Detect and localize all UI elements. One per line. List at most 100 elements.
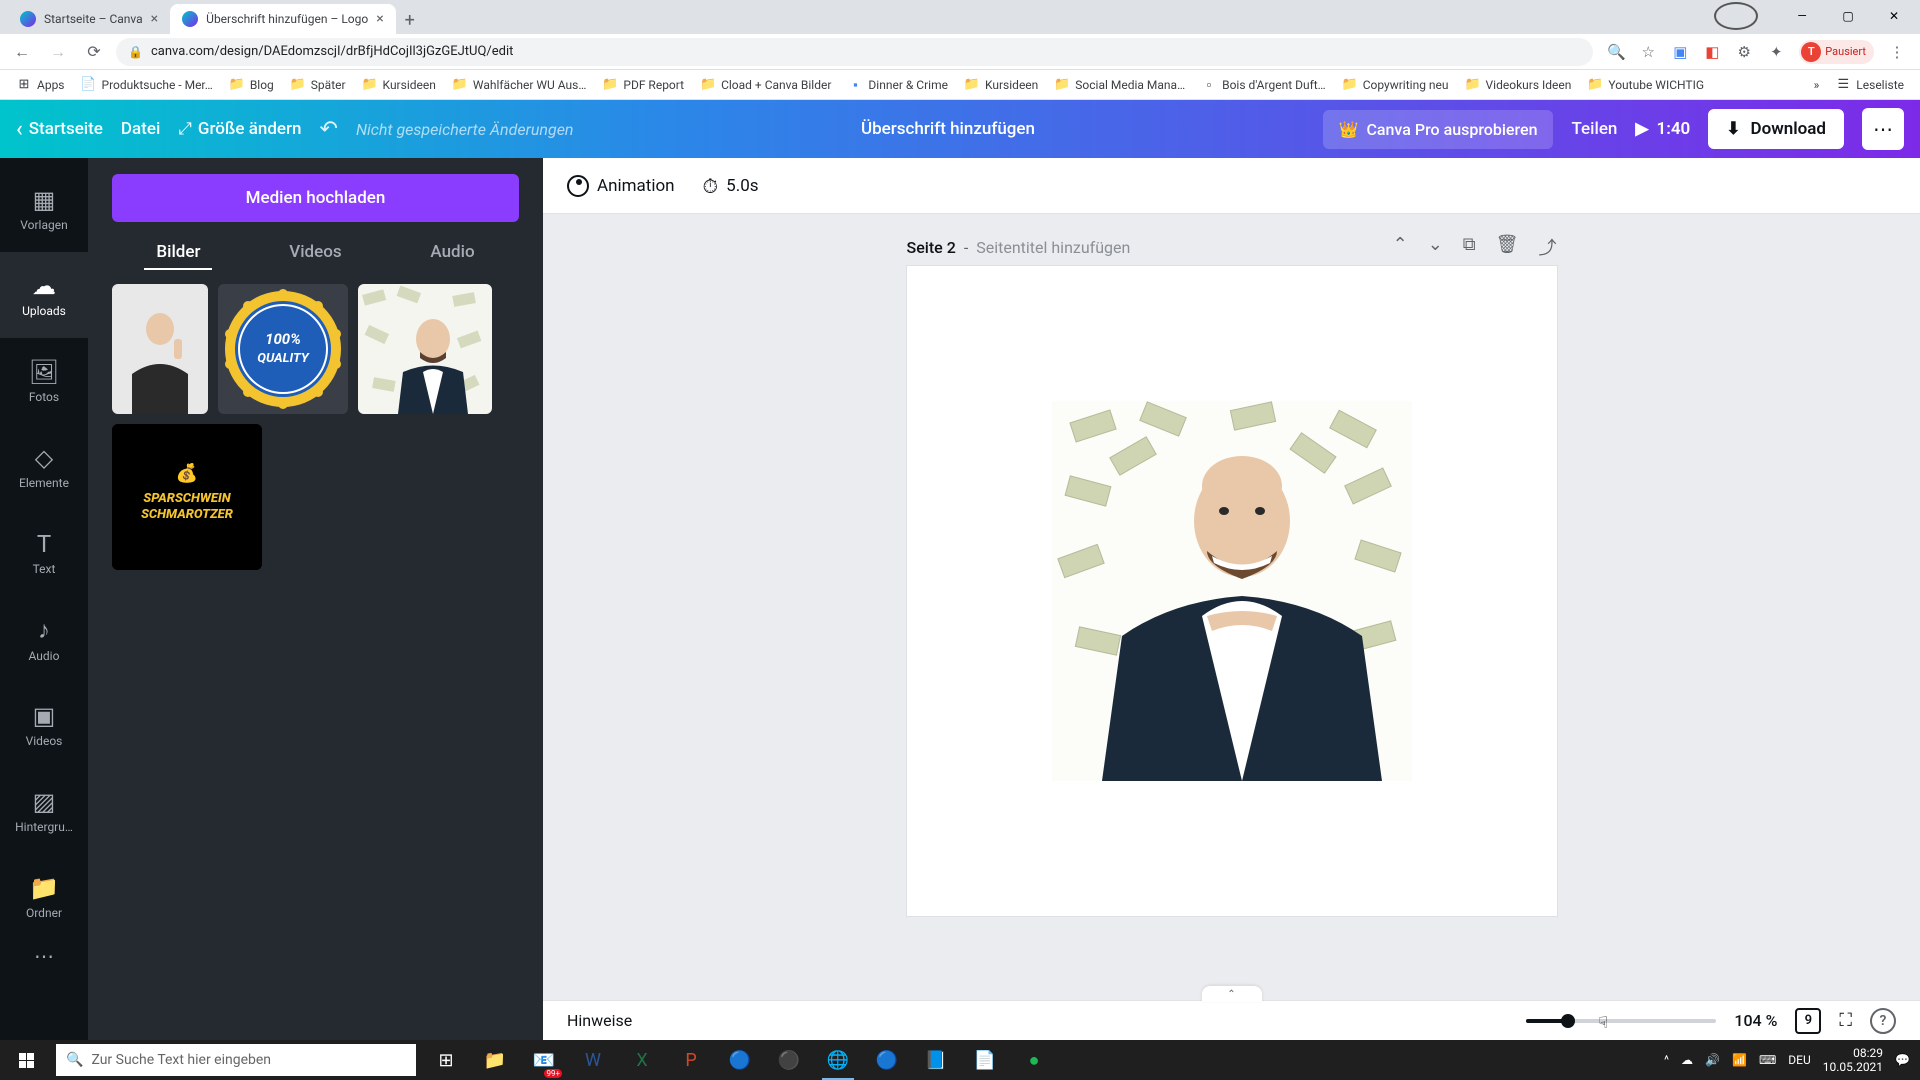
clock[interactable]: 08:29 10.05.2021 [1823, 1046, 1883, 1075]
obs-icon[interactable]: ⚫ [765, 1040, 813, 1080]
zoom-percent[interactable]: 104 % [1734, 1011, 1777, 1030]
bookmark-item[interactable]: 📁Blog [223, 74, 280, 96]
rail-elements[interactable]: ◇Elemente [0, 424, 88, 510]
upload-thumb[interactable] [358, 284, 492, 414]
bookmark-item[interactable]: 📁Videokurs Ideen [1459, 74, 1578, 96]
canvas-image[interactable] [1052, 401, 1412, 781]
more-menu-button[interactable]: ⋯ [1862, 108, 1904, 150]
rail-folders[interactable]: 📁Ordner [0, 854, 88, 940]
bookmark-item[interactable]: 📁Wahlfächer WU Aus… [446, 74, 593, 96]
close-window-icon[interactable]: ✕ [1872, 2, 1916, 30]
zoom-knob[interactable] [1561, 1014, 1575, 1028]
rail-background[interactable]: ▨Hintergru… [0, 768, 88, 854]
mail-icon[interactable]: 📧99+ [520, 1040, 568, 1080]
start-button[interactable] [2, 1040, 50, 1080]
bookmark-item[interactable]: 📁Cload + Canva Bilder [694, 74, 837, 96]
account-indicator-icon[interactable] [1714, 2, 1758, 30]
close-icon[interactable]: × [151, 11, 158, 27]
rail-templates[interactable]: ▦Vorlagen [0, 166, 88, 252]
help-icon[interactable]: ? [1870, 1008, 1896, 1034]
notes-expand-handle[interactable]: ⌃ [1202, 986, 1262, 1002]
app-icon[interactable]: 🔵 [716, 1040, 764, 1080]
page-title-input[interactable]: Seitentitel hinzufügen [976, 238, 1130, 257]
minimize-icon[interactable]: — [1780, 2, 1824, 30]
timing-button[interactable]: ⏱ 5.0s [703, 174, 759, 198]
chrome-icon[interactable]: 🌐 [814, 1040, 862, 1080]
rail-audio[interactable]: ♪Audio [0, 596, 88, 682]
duplicate-page-icon[interactable]: ⧉ [1463, 234, 1476, 260]
kebab-menu-icon[interactable]: ⋮ [1888, 43, 1906, 61]
upload-thumb[interactable]: 💰SPARSCHWEINSCHMAROTZER [112, 424, 262, 570]
reload-icon[interactable]: ⟳ [80, 38, 108, 66]
extension-icon[interactable]: ◧ [1703, 43, 1721, 61]
bookmark-star-icon[interactable]: ☆ [1639, 43, 1657, 61]
bookmark-item[interactable]: 📁Später [284, 74, 352, 96]
upload-thumb[interactable] [112, 284, 208, 414]
notifications-icon[interactable]: 💬 [1895, 1053, 1910, 1067]
undo-button[interactable]: ↶ [320, 117, 338, 142]
animation-button[interactable]: Animation [567, 175, 675, 197]
tab-videos[interactable]: Videos [277, 236, 353, 270]
volume-icon[interactable]: 🔊 [1705, 1053, 1720, 1067]
powerpoint-icon[interactable]: P [667, 1040, 715, 1080]
page-down-icon[interactable]: ⌄ [1428, 234, 1443, 260]
bookmark-item[interactable]: 📁Youtube WICHTIG [1581, 74, 1710, 96]
download-button[interactable]: ⬇ Download [1708, 109, 1844, 149]
apps-button[interactable]: ⊞Apps [10, 74, 71, 96]
file-menu[interactable]: Datei [121, 119, 160, 139]
fullscreen-icon[interactable]: ⛶ [1839, 1010, 1852, 1031]
forward-icon[interactable]: → [44, 38, 72, 66]
extensions-menu-icon[interactable]: ✦ [1767, 43, 1785, 61]
resize-button[interactable]: ⤢ Größe ändern [178, 119, 301, 139]
tab-images[interactable]: Bilder [144, 236, 212, 270]
wifi-icon[interactable]: 📶 [1732, 1053, 1747, 1067]
onedrive-icon[interactable]: ☁ [1681, 1053, 1693, 1067]
tray-chevron-icon[interactable]: ^ [1664, 1053, 1669, 1067]
file-explorer-icon[interactable]: 📁 [471, 1040, 519, 1080]
new-tab-button[interactable]: + [396, 6, 424, 34]
back-icon[interactable]: ← [8, 38, 36, 66]
document-title[interactable]: Überschrift hinzufügen [861, 119, 1035, 139]
bookmark-item[interactable]: ▫Bois d'Argent Duft… [1195, 74, 1332, 96]
rail-text[interactable]: TText [0, 510, 88, 596]
tab-audio[interactable]: Audio [418, 236, 486, 270]
bookmark-item[interactable]: 📁Kursideen [356, 74, 442, 96]
extension-icon[interactable]: ⚙ [1735, 43, 1753, 61]
bookmark-item[interactable]: 📁PDF Report [596, 74, 690, 96]
spotify-icon[interactable]: ● [1010, 1040, 1058, 1080]
rail-more[interactable]: ⋯ [34, 944, 54, 968]
page-scroll[interactable]: Seite 2 - Seitentitel hinzufügen ⌃ ⌄ ⧉ 🗑… [543, 214, 1920, 1000]
close-icon[interactable]: × [376, 11, 383, 27]
language-indicator[interactable]: DEU [1788, 1053, 1810, 1067]
upload-media-button[interactable]: Medien hochladen [112, 174, 519, 222]
url-field[interactable]: 🔒 canva.com/design/DAEdomzscjI/drBfjHdCo… [116, 38, 1593, 66]
notes-label[interactable]: Hinweise [567, 1011, 632, 1030]
app-icon[interactable]: 📘 [912, 1040, 960, 1080]
bookmark-item[interactable]: 📁Social Media Mana… [1048, 74, 1191, 96]
page-count-button[interactable]: 9 [1795, 1008, 1821, 1034]
notepad-icon[interactable]: 📄 [961, 1040, 1009, 1080]
bookmark-item[interactable]: ▪Dinner & Crime [841, 74, 954, 96]
maximize-icon[interactable]: ▢ [1826, 2, 1870, 30]
zoom-slider[interactable]: ☟ [1526, 1019, 1716, 1023]
try-pro-button[interactable]: 👑 Canva Pro ausprobieren [1323, 110, 1554, 149]
upload-thumb[interactable]: 100%QUALITY [218, 284, 348, 414]
page-up-icon[interactable]: ⌃ [1393, 234, 1408, 260]
browser-tab-active[interactable]: Überschrift hinzufügen – Logo × [170, 4, 396, 34]
browser-tab[interactable]: Startseite – Canva × [8, 4, 170, 34]
reading-list-button[interactable]: ☰Leseliste [1829, 74, 1910, 96]
zoom-indicator-icon[interactable]: 🔍 [1607, 43, 1625, 61]
bookmark-item[interactable]: 📁Copywriting neu [1336, 74, 1455, 96]
canvas-page[interactable] [907, 266, 1557, 916]
extension-icon[interactable]: ▣ [1671, 43, 1689, 61]
bookmark-item[interactable]: 📄Produktsuche - Mer… [75, 74, 219, 96]
profile-button[interactable]: T Pausiert [1799, 40, 1874, 64]
word-icon[interactable]: W [569, 1040, 617, 1080]
share-button[interactable]: Teilen [1571, 119, 1617, 139]
bookmark-item[interactable]: 📁Kursideen [958, 74, 1044, 96]
rail-uploads[interactable]: ☁Uploads [0, 252, 88, 338]
task-view-icon[interactable]: ⊞ [422, 1040, 470, 1080]
present-button[interactable]: ▶ 1:40 [1635, 119, 1690, 139]
edge-icon[interactable]: 🔵 [863, 1040, 911, 1080]
page-share-icon[interactable]: ⤴ [1539, 234, 1557, 260]
